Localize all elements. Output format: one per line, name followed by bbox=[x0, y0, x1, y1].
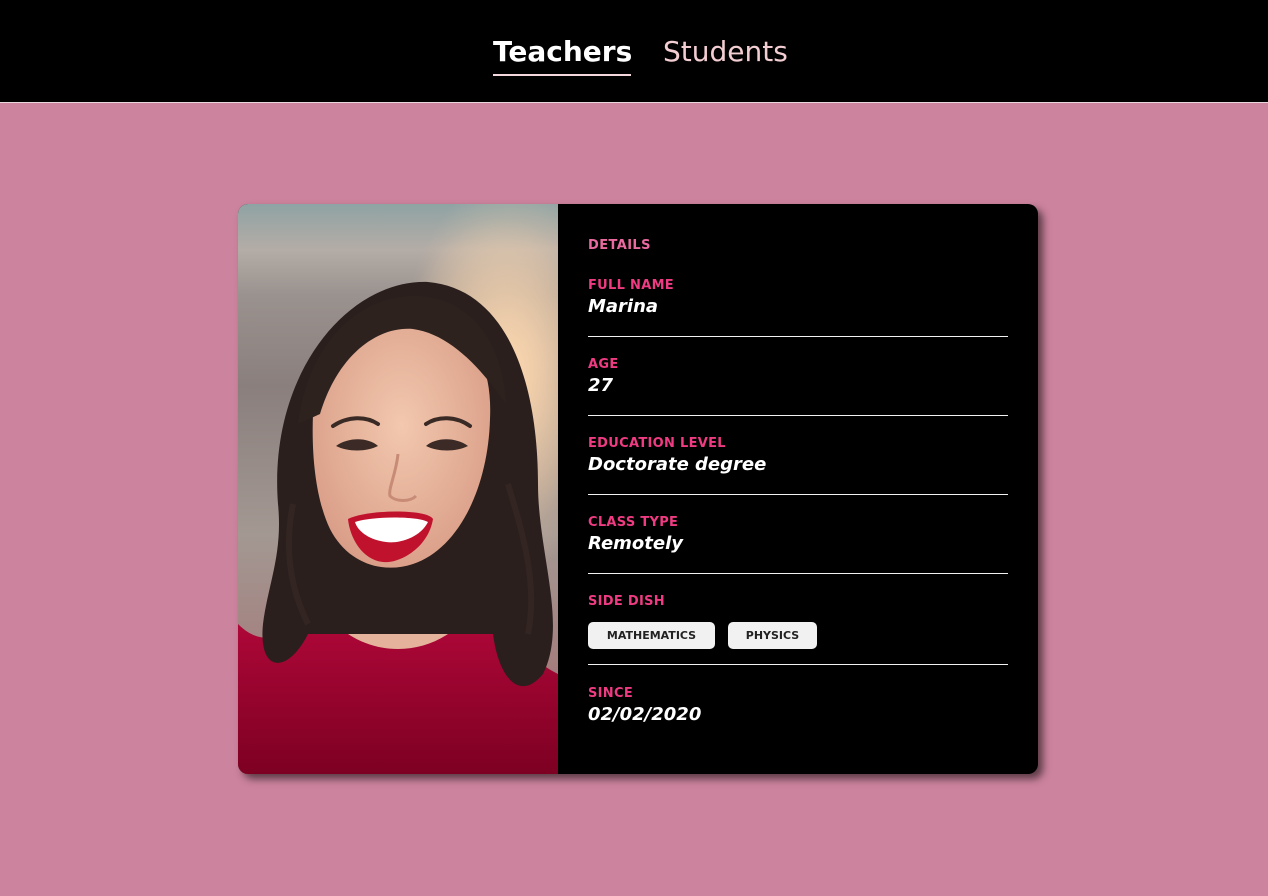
class-type-label: CLASS TYPE bbox=[588, 515, 679, 530]
tag-physics[interactable]: PHYSICS bbox=[728, 622, 817, 649]
tab-students[interactable]: Students bbox=[663, 30, 788, 74]
since-value: 02/02/2020 bbox=[588, 704, 702, 725]
divider bbox=[588, 494, 1008, 495]
age-value: 27 bbox=[588, 375, 614, 396]
divider bbox=[588, 336, 1008, 337]
divider bbox=[588, 573, 1008, 574]
full-name-label: FULL NAME bbox=[588, 278, 674, 293]
tab-teachers[interactable]: Teachers bbox=[493, 30, 632, 76]
education-value: Doctorate degree bbox=[588, 454, 767, 475]
class-type-value: Remotely bbox=[588, 533, 684, 554]
top-navigation: Teachers Students bbox=[0, 0, 1268, 103]
details-heading: DETAILS bbox=[588, 238, 651, 253]
full-name-value: Marina bbox=[588, 296, 659, 317]
age-label: AGE bbox=[588, 357, 619, 372]
side-dish-label: SIDE DISH bbox=[588, 594, 665, 609]
tag-mathematics[interactable]: MATHEMATICS bbox=[588, 622, 715, 649]
divider bbox=[588, 415, 1008, 416]
divider bbox=[588, 664, 1008, 665]
teacher-photo bbox=[238, 204, 558, 774]
teacher-card: DETAILS FULL NAME Marina AGE 27 EDUCATIO… bbox=[238, 204, 1038, 774]
education-label: EDUCATION LEVEL bbox=[588, 436, 726, 451]
side-dish-tags: MATHEMATICS PHYSICS bbox=[588, 622, 1008, 649]
since-label: SINCE bbox=[588, 686, 634, 701]
portrait-image bbox=[238, 204, 558, 774]
